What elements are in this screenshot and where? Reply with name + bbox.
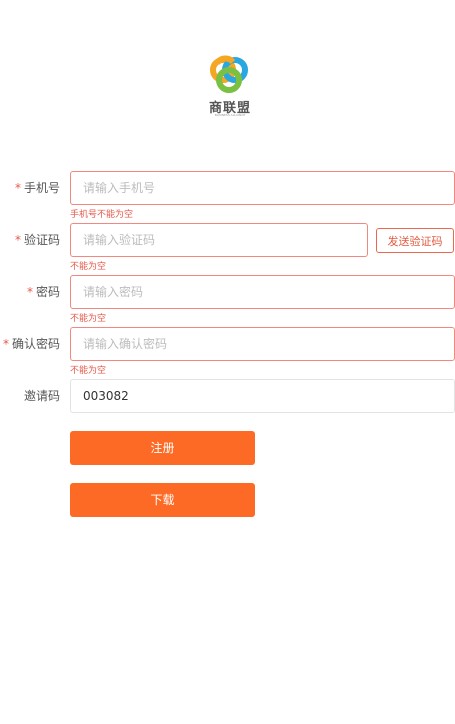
password-error: 不能为空 xyxy=(70,314,107,324)
code-row: *验证码 发送验证码 不能为空 xyxy=(0,223,455,272)
password-input[interactable] xyxy=(70,275,455,309)
phone-label: * 手机号 xyxy=(15,171,60,205)
required-mark: * xyxy=(14,181,21,195)
register-button[interactable]: 注册 xyxy=(70,431,255,465)
code-error: 不能为空 xyxy=(70,262,107,272)
confirm-password-label-text: 确认密码 xyxy=(11,337,60,351)
invite-code-input[interactable] xyxy=(70,379,455,413)
invite-label: 邀请码 xyxy=(24,379,60,413)
required-mark: * xyxy=(2,337,9,351)
password-row: * 密码 不能为空 xyxy=(0,275,455,324)
password-label: * 密码 xyxy=(27,275,60,309)
confirm-password-row: * 确认密码 不能为空 xyxy=(0,327,455,376)
phone-label-text: 手机号 xyxy=(23,181,60,195)
download-button[interactable]: 下载 xyxy=(70,483,255,517)
required-mark: * xyxy=(26,285,33,299)
invite-row: 邀请码 xyxy=(0,379,455,413)
confirm-password-input[interactable] xyxy=(70,327,455,361)
send-code-button[interactable]: 发送验证码 xyxy=(376,228,454,253)
confirm-password-error: 不能为空 xyxy=(70,366,107,376)
logo-rings-icon xyxy=(210,55,248,93)
phone-error: 手机号不能为空 xyxy=(70,210,134,220)
password-label-text: 密码 xyxy=(35,285,60,299)
code-label-text: 验证码 xyxy=(23,233,60,247)
required-mark: * xyxy=(14,233,21,247)
code-input[interactable] xyxy=(70,223,368,257)
app-logo: 商联盟 BUSINESS ALLIANCE xyxy=(190,53,270,123)
phone-input[interactable] xyxy=(70,171,455,205)
logo-subtitle: BUSINESS ALLIANCE xyxy=(214,113,246,117)
confirm-password-label: * 确认密码 xyxy=(3,327,60,361)
invite-label-text: 邀请码 xyxy=(23,389,60,403)
phone-row: *手机号 手机号不能为空 xyxy=(0,171,455,220)
code-label: * 验证码 xyxy=(15,223,60,257)
